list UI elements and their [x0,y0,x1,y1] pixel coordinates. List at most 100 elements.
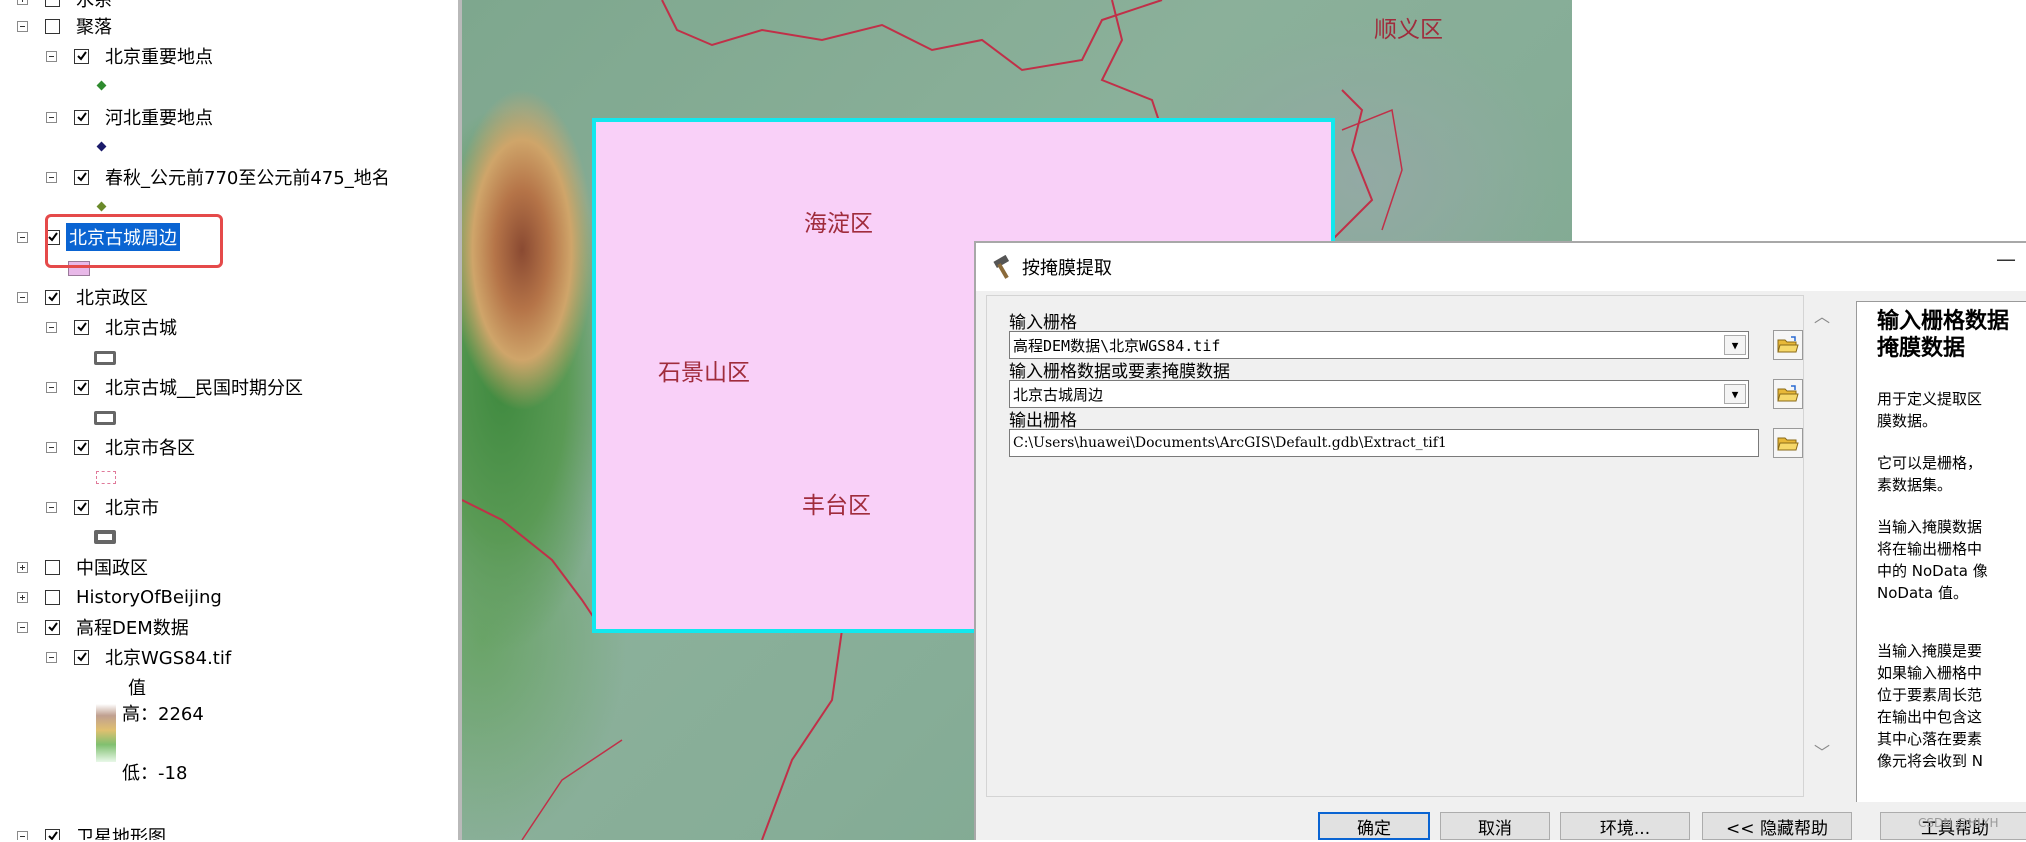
collapse-icon[interactable] [46,441,57,453]
help-line: 素数据集。 [1877,476,1953,494]
layer-label: 北京重要地点 [105,47,213,68]
hammer-icon [993,254,1010,279]
layer-row-bj-gucheng[interactable]: 北京古城 [46,314,180,340]
map-label-fengtai: 丰台区 [802,493,871,519]
layer-row-dem[interactable]: 高程DEM数据 [17,614,192,640]
layer-label: 河北重要地点 [105,108,213,129]
input-raster-combobox[interactable]: 高程DEM数据\北京WGS84.tif ▼ [1009,331,1749,359]
open-folder-icon [1777,385,1799,402]
collapse-icon[interactable] [46,171,57,183]
minimize-button[interactable]: — [1996,247,2016,271]
help-title-line: 掩膜数据 [1877,336,1966,361]
output-raster-field[interactable]: C:\Users\huawei\Documents\ArcGIS\Default… [1009,429,1759,457]
help-line: 像元将会收到 N [1877,752,1983,770]
collapse-icon[interactable] [46,381,57,393]
layer-row-cn-zhengqu[interactable]: 中国政区 [17,554,151,580]
layer-label: 聚落 [76,17,112,38]
dialog-titlebar[interactable]: 按掩膜提取 — [976,243,2026,291]
layer-checkbox[interactable] [45,589,60,605]
help-line: 当输入掩膜是要 [1877,642,1983,660]
help-line: 其中心落在要素 [1877,730,1983,748]
expand-icon[interactable] [17,0,28,5]
ok-button[interactable]: 确定 [1318,812,1430,840]
layer-checkbox[interactable] [74,319,89,335]
point-symbol-icon [96,80,107,91]
expand-icon[interactable] [17,561,28,573]
layer-checkbox[interactable] [74,439,89,455]
layer-checkbox[interactable] [45,0,60,7]
output-raster-label: 输出栅格 [1009,411,1077,431]
collapse-icon[interactable] [17,830,28,840]
environments-button[interactable]: 环境... [1560,812,1690,840]
layer-checkbox[interactable] [45,18,60,34]
legend-value-label: 值 [128,678,146,699]
layer-checkbox[interactable] [45,559,60,575]
map-label-shunyi: 顺义区 [1374,17,1443,43]
layer-label: 北京市 [105,498,159,519]
layer-checkbox[interactable] [45,828,60,840]
help-paragraph-3: 当输入掩膜数据 将在输出栅格中 中的 NoData 像 NoData 值。 [1877,516,2026,604]
collapse-icon[interactable] [46,501,57,513]
dropdown-arrow-icon[interactable]: ▼ [1724,335,1746,355]
elevation-color-ramp [96,704,116,762]
scroll-down-icon[interactable]: ﹀ [1814,739,1830,763]
cancel-button[interactable]: 取消 [1440,812,1550,840]
layer-row-bj-gucheng-mg[interactable]: 北京古城__民国时期分区 [46,374,306,400]
table-of-contents: 水系 聚落 北京重要地点 河北重要地点 春秋_公元前770至公元前475_地名 … [0,0,458,840]
collapse-icon[interactable] [17,20,28,32]
browse-input-raster-button[interactable] [1773,330,1803,360]
layer-row-chunqiu[interactable]: 春秋_公元前770至公元前475_地名 [46,164,393,190]
legend-high: 高：2264 [122,700,204,726]
layer-row-bj-gequ[interactable]: 北京市各区 [46,434,198,460]
layer-row-hb-places[interactable]: 河北重要地点 [46,104,216,130]
layer-row-weixing[interactable]: 卫星地形图 [17,823,169,840]
mask-combobox[interactable]: 北京古城周边 ▼ [1009,380,1749,408]
layer-row-wgs84[interactable]: 北京WGS84.tif [46,644,234,670]
layer-label: 北京古城 [105,318,177,339]
layer-row-juluo[interactable]: 聚落 [17,13,115,39]
layer-checkbox[interactable] [74,109,89,125]
scroll-up-icon[interactable]: ︿ [1814,303,1830,327]
collapse-icon[interactable] [46,321,57,333]
layer-checkbox[interactable] [74,649,89,665]
dropdown-arrow-icon[interactable]: ▼ [1724,384,1746,404]
layer-row-bj-zhengqu[interactable]: 北京政区 [17,284,151,310]
parameters-panel: 输入栅格 高程DEM数据\北京WGS84.tif ▼ 输入栅格数据或要素掩膜数据… [986,295,1804,797]
browse-mask-button[interactable] [1773,379,1803,409]
hide-help-button[interactable]: << 隐藏帮助 [1702,812,1852,840]
help-title-line: 输入栅格数据 [1877,309,2010,334]
help-line: 将在输出栅格中 [1877,540,1983,558]
parameters-scrollbar[interactable]: ︿ ﹀ [1811,301,1833,791]
layer-row-bj-shi[interactable]: 北京市 [46,494,162,520]
collapse-icon[interactable] [17,291,28,303]
dashed-outline-symbol-icon [96,471,116,484]
layer-row-bj-places[interactable]: 北京重要地点 [46,43,216,69]
expand-icon[interactable] [17,591,28,603]
collapse-icon[interactable] [17,621,28,633]
layer-checkbox[interactable] [74,379,89,395]
help-paragraph-4: 当输入掩膜是要 如果输入栅格中 位于要素周长范 在输出中包含这 其中心落在要素 … [1877,640,2026,772]
browse-output-button[interactable] [1773,428,1803,458]
help-line: 它可以是栅格， [1877,454,1983,472]
extract-by-mask-dialog: 按掩膜提取 — 输入栅格 高程DEM数据\北京WGS84.tif ▼ 输入栅格数… [974,241,2026,840]
layer-checkbox[interactable] [45,619,60,635]
collapse-icon[interactable] [17,231,28,243]
map-label-shijingshan: 石景山区 [658,360,750,386]
outline-symbol-icon [94,530,116,544]
layer-checkbox[interactable] [45,289,60,305]
layer-row-history[interactable]: HistoryOfBeijing [17,584,225,610]
outline-symbol-icon [94,351,116,365]
collapse-icon[interactable] [46,651,57,663]
layer-checkbox[interactable] [74,499,89,515]
input-raster-value: 高程DEM数据\北京WGS84.tif [1013,336,1221,355]
layer-checkbox[interactable] [74,48,89,64]
help-paragraph-2: 它可以是栅格， 素数据集。 [1877,452,2026,496]
collapse-icon[interactable] [46,50,57,62]
layer-label: 高程DEM数据 [76,618,189,639]
layer-row-shuixi[interactable]: 水系 [17,0,115,12]
collapse-icon[interactable] [46,111,57,123]
layer-label: 春秋_公元前770至公元前475_地名 [105,168,390,189]
layer-checkbox[interactable] [74,169,89,185]
input-raster-label: 输入栅格 [1009,313,1077,333]
dialog-title: 按掩膜提取 [1022,258,1112,279]
